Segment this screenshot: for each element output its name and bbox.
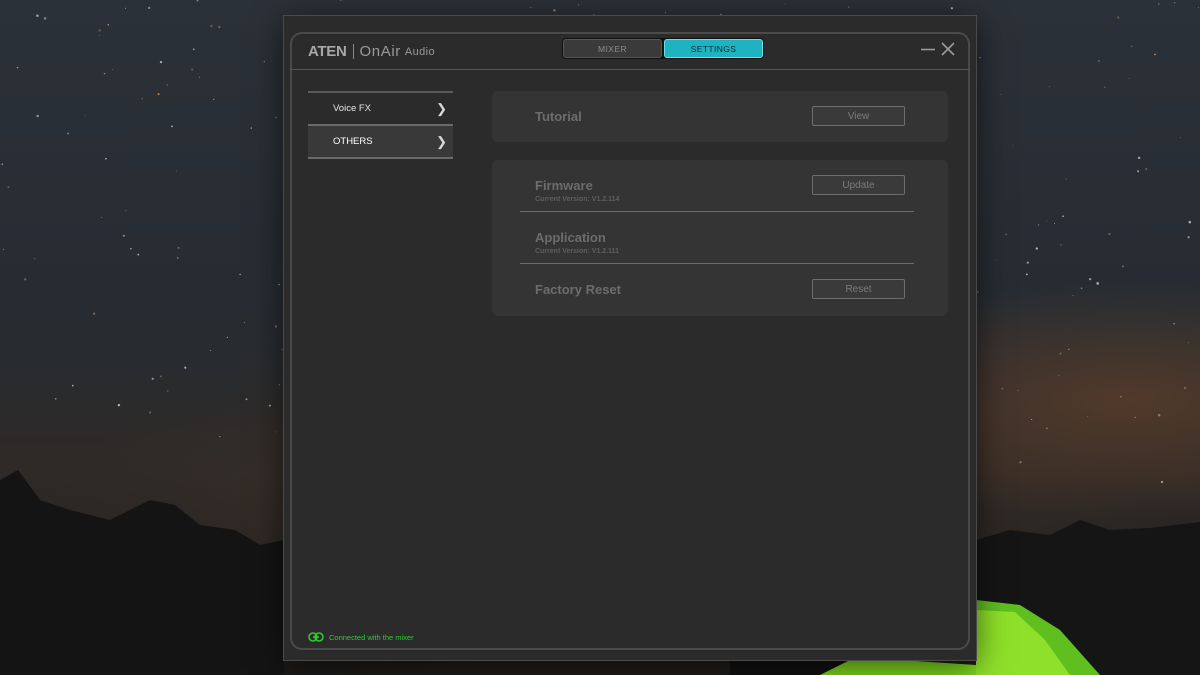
- sidebar-item-others[interactable]: OTHERS ❯: [308, 124, 453, 159]
- view-tab-switch: MIXER SETTINGS: [562, 38, 764, 59]
- tutorial-panel: Tutorial View: [492, 91, 948, 142]
- firmware-version: Current Version: V1.2.114: [535, 196, 620, 203]
- factory-reset-title: Factory Reset: [535, 282, 621, 297]
- desktop-background: ATEN OnAir Audio MIXER SETTINGS Voice FX…: [0, 0, 1200, 675]
- factory-reset-button[interactable]: Reset: [812, 279, 905, 299]
- sidebar-item-voice-fx[interactable]: Voice FX ❯: [308, 91, 453, 124]
- sidebar-item-label: OTHERS: [333, 136, 373, 147]
- firmware-title: Firmware: [535, 178, 593, 193]
- application-title: Application: [535, 230, 606, 245]
- tutorial-title: Tutorial: [535, 109, 582, 124]
- link-icon: [308, 632, 324, 642]
- chevron-right-icon: ❯: [436, 100, 447, 116]
- connection-status-text: Connected with the mixer: [329, 632, 414, 642]
- application-version: Current Version: V1.2.111: [535, 248, 620, 255]
- connection-status: Connected with the mixer: [308, 632, 414, 642]
- chevron-right-icon: ❯: [436, 133, 447, 149]
- tab-settings[interactable]: SETTINGS: [664, 39, 763, 58]
- close-icon[interactable]: [940, 41, 956, 57]
- window-controls: [920, 41, 956, 57]
- tab-mixer[interactable]: MIXER: [563, 39, 662, 58]
- tutorial-row: Tutorial View: [520, 91, 912, 142]
- system-panel: Firmware Current Version: V1.2.114 Updat…: [492, 160, 948, 316]
- logo-product: OnAir: [359, 43, 401, 60]
- application-row: Application Current Version: V1.2.111: [520, 212, 912, 264]
- settings-sidebar: Voice FX ❯ OTHERS ❯: [308, 91, 453, 159]
- factory-reset-row: Factory Reset Reset: [520, 264, 912, 316]
- logo-separator: [352, 44, 354, 59]
- view-tutorial-button[interactable]: View: [812, 106, 905, 126]
- firmware-row: Firmware Current Version: V1.2.114 Updat…: [520, 160, 912, 212]
- minimize-icon[interactable]: [920, 42, 936, 56]
- logo-brand: ATEN: [308, 43, 347, 60]
- update-firmware-button[interactable]: Update: [812, 175, 905, 195]
- logo-suffix: Audio: [404, 45, 436, 58]
- sidebar-item-label: Voice FX: [333, 103, 372, 114]
- app-logo: ATEN OnAir Audio: [308, 43, 435, 60]
- onair-audio-window: ATEN OnAir Audio MIXER SETTINGS Voice FX…: [284, 16, 976, 660]
